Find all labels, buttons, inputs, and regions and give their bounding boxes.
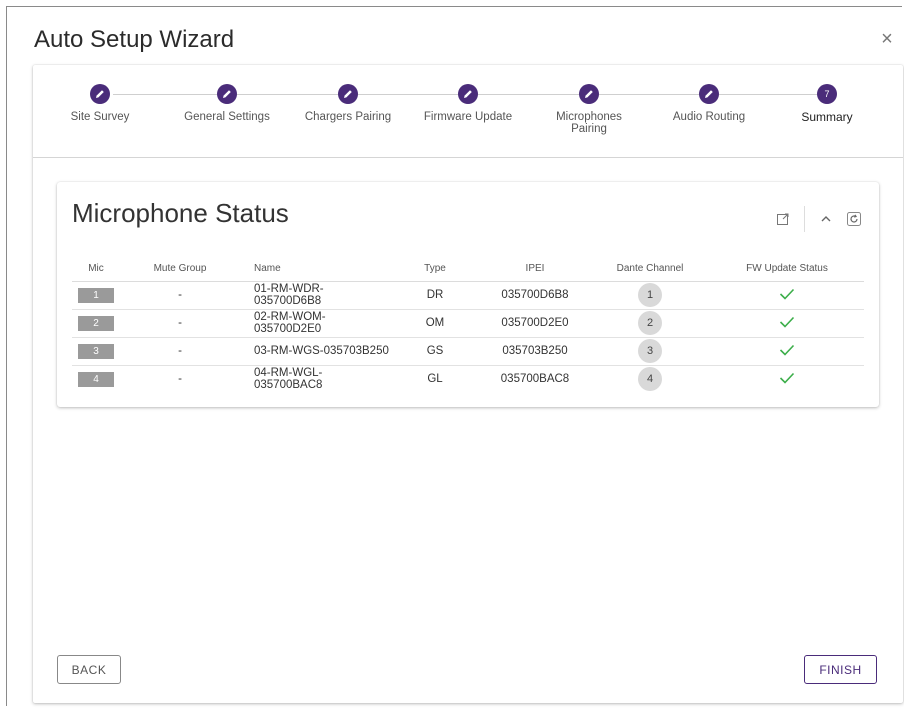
step-microphones-pairing[interactable]: Microphones Pairing — [529, 84, 649, 135]
step-label: Audio Routing — [672, 111, 746, 123]
pencil-icon — [699, 84, 719, 104]
ipei-cell: 035700BAC8 — [500, 373, 570, 386]
step-label: General Settings — [184, 111, 270, 123]
step-number-badge: 7 — [817, 84, 837, 104]
name-cell: 04-RM-WGL-035700BAC8 — [254, 367, 323, 392]
column-header-fw-update-status: FW Update Status — [710, 257, 864, 282]
collapse-icon[interactable] — [815, 208, 837, 230]
column-header-type: Type — [390, 257, 480, 282]
mute-group-cell: - — [120, 337, 240, 366]
pencil-icon — [579, 84, 599, 104]
back-button[interactable]: BACK — [57, 655, 121, 684]
type-cell: GL — [427, 373, 443, 386]
panel-title: Microphone Status — [72, 198, 289, 228]
step-site-survey[interactable]: Site Survey — [40, 84, 160, 123]
step-summary[interactable]: 7 Summary — [767, 84, 887, 123]
wizard-card: Site Survey General Settings Chargers Pa… — [33, 65, 903, 703]
step-audio-routing[interactable]: Audio Routing — [649, 84, 769, 123]
mute-group-cell: - — [178, 373, 182, 386]
type-cell: OM — [390, 309, 480, 338]
type-cell: GS — [390, 337, 480, 366]
refresh-icon[interactable] — [843, 208, 865, 230]
step-label: Microphones Pairing — [556, 111, 622, 135]
microphone-table: Mic Mute Group Name Type IPEI Dante Chan… — [72, 257, 864, 393]
step-chargers-pairing[interactable]: Chargers Pairing — [288, 84, 408, 123]
mic-badge: 3 — [78, 343, 114, 359]
external-link-icon[interactable] — [772, 208, 794, 230]
mute-group-cell: - — [120, 281, 240, 310]
pencil-icon — [338, 84, 358, 104]
panel-toolbar — [772, 204, 865, 234]
wizard-title: Auto Setup Wizard — [34, 26, 235, 53]
mic-badge: 4 — [78, 371, 114, 387]
check-icon — [710, 309, 864, 338]
stepper: Site Survey General Settings Chargers Pa… — [33, 65, 903, 158]
column-header-ipei: IPEI — [480, 257, 590, 282]
check-icon — [710, 281, 864, 310]
check-icon — [710, 365, 864, 393]
column-header-mute-group: Mute Group — [120, 257, 240, 282]
column-header-name: Name — [240, 257, 390, 282]
mic-badge: 1 — [78, 287, 114, 303]
dante-channel-badge: 2 — [638, 311, 662, 335]
microphone-status-panel: Microphone Status Mic Mute Group Name Ty… — [57, 182, 879, 407]
toolbar-divider — [804, 206, 805, 232]
step-firmware-update[interactable]: Firmware Update — [408, 84, 528, 123]
type-cell: DR — [390, 281, 480, 310]
dante-channel-badge: 4 — [638, 367, 662, 392]
dante-channel-badge: 3 — [638, 339, 662, 363]
mic-badge: 2 — [78, 315, 114, 331]
table-row: 1 - 01-RM-WDR-035700D6B8 DR 035700D6B8 1 — [72, 281, 864, 310]
column-header-mic: Mic — [72, 257, 120, 282]
step-label: Firmware Update — [423, 111, 513, 123]
step-number: 7 — [824, 89, 830, 99]
ipei-cell: 035700D2E0 — [480, 309, 590, 338]
ipei-cell: 035700D6B8 — [480, 281, 590, 310]
pencil-icon — [90, 84, 110, 104]
column-header-dante-channel: Dante Channel — [590, 257, 710, 282]
finish-button[interactable]: FINISH — [804, 655, 877, 684]
pencil-icon — [458, 84, 478, 104]
dante-channel-badge: 1 — [638, 283, 662, 307]
check-icon — [710, 337, 864, 366]
name-cell: 03-RM-WGS-035703B250 — [240, 337, 390, 366]
name-cell: 01-RM-WDR-035700D6B8 — [240, 281, 390, 310]
pencil-icon — [217, 84, 237, 104]
wizard-window: Auto Setup Wizard × Site Survey General … — [6, 6, 903, 706]
mute-group-cell: - — [120, 309, 240, 338]
table-header-row: Mic Mute Group Name Type IPEI Dante Chan… — [72, 257, 864, 282]
step-label: Site Survey — [70, 111, 130, 123]
table-row: 4 - 04-RM-WGL-035700BAC8 GL 035700BAC8 4 — [72, 365, 864, 393]
step-label: Summary — [801, 110, 853, 124]
name-cell: 02-RM-WOM-035700D2E0 — [240, 309, 390, 338]
step-label: Chargers Pairing — [304, 111, 392, 123]
table-row: 2 - 02-RM-WOM-035700D2E0 OM 035700D2E0 2 — [72, 309, 864, 338]
step-general-settings[interactable]: General Settings — [167, 84, 287, 123]
table-row: 3 - 03-RM-WGS-035703B250 GS 035703B250 3 — [72, 337, 864, 366]
close-icon[interactable]: × — [877, 29, 897, 49]
ipei-cell: 035703B250 — [480, 337, 590, 366]
